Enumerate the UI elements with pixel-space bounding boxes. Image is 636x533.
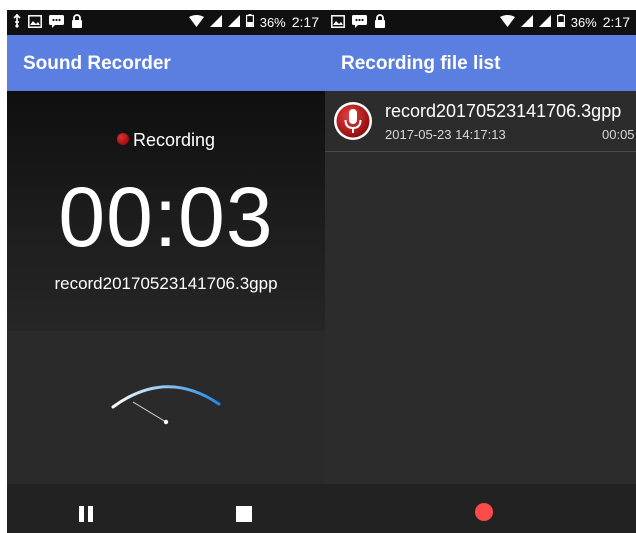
recording-name: record20170523141706.3gpp	[385, 101, 622, 121]
lock-icon	[71, 14, 83, 31]
recording-date: 2017-05-23 14:17:13	[385, 127, 506, 142]
control-bar	[7, 484, 325, 533]
gallery-icon	[28, 14, 42, 31]
recording-indicator-icon	[116, 133, 129, 146]
app-title: Sound Recorder	[23, 53, 171, 74]
app-bar: Sound Recorder	[7, 35, 325, 91]
pause-button[interactable]	[79, 506, 95, 522]
signal-icon	[520, 14, 533, 30]
status-bar: 36% 2:17	[325, 10, 636, 35]
microphone-icon	[334, 102, 372, 140]
volume-meter-icon	[111, 385, 221, 425]
stop-button[interactable]	[236, 506, 252, 522]
clock: 2:17	[291, 14, 319, 30]
recording-status: Recording	[7, 130, 325, 151]
status-bar: 36% 2:17	[7, 10, 325, 35]
sound-recorder-screen: 36% 2:17 Sound Recorder Recording 00:03 …	[7, 10, 325, 533]
elapsed-timer: 00:03	[58, 170, 274, 264]
battery-icon	[245, 14, 254, 30]
lock-icon	[374, 14, 386, 31]
recording-duration: 00:05	[602, 127, 635, 142]
recording-panel: Recording 00:03 record20170523141706.3gp…	[7, 91, 325, 331]
message-icon	[352, 14, 367, 31]
recording-filename: record20170523141706.3gpp	[54, 274, 278, 293]
message-icon	[49, 14, 64, 31]
app-title: Recording file list	[341, 53, 501, 74]
app-bar: Recording file list	[325, 35, 636, 91]
usb-icon	[13, 13, 21, 31]
signal-icon	[209, 14, 222, 30]
recording-label: Recording	[132, 130, 216, 150]
recording-list-item[interactable]: record20170523141706.3gpp 2017-05-23 14:…	[325, 91, 636, 152]
gallery-icon	[331, 14, 345, 31]
signal-icon-2	[227, 14, 240, 30]
record-button[interactable]	[475, 503, 493, 521]
battery-percent: 36%	[259, 14, 286, 30]
wifi-icon	[499, 14, 515, 30]
clock: 2:17	[602, 14, 630, 30]
battery-percent: 36%	[570, 14, 597, 30]
signal-icon-2	[538, 14, 551, 30]
wifi-icon	[188, 14, 204, 30]
recording-list-screen: 36% 2:17 Recording file list record20170…	[325, 10, 636, 533]
battery-icon	[556, 14, 565, 30]
